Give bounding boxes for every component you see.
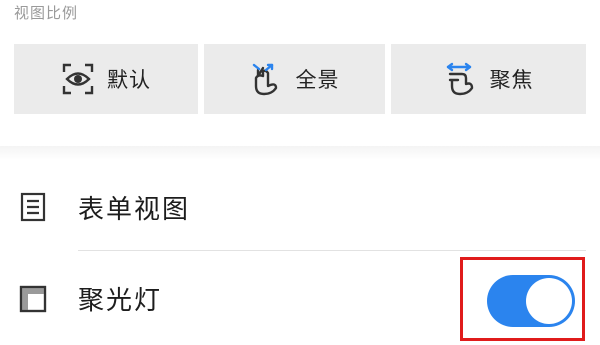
view-ratio-default-label: 默认 [107,68,151,92]
view-ratio-options: 默认 全景 聚焦 [14,44,586,114]
view-ratio-focus-label: 聚焦 [489,68,534,92]
item-divider [78,250,586,251]
spread-hand-icon [444,62,478,96]
view-ratio-label: 视图比例 [14,4,79,22]
view-ratio-focus-button[interactable]: 聚焦 [391,44,586,114]
section-divider [0,146,600,160]
form-view-item[interactable]: 表单视图 [0,177,600,237]
spotlight-grid-icon [18,284,48,314]
view-ratio-panorama-label: 全景 [295,68,340,92]
pinch-out-hand-icon [250,62,284,96]
form-view-label: 表单视图 [78,195,191,225]
view-ratio-default-button[interactable]: 默认 [14,44,198,114]
spotlight-label: 聚光灯 [78,286,163,316]
form-list-icon [18,192,48,222]
toggle-knob [526,278,572,324]
view-ratio-panorama-button[interactable]: 全景 [204,44,385,114]
eye-frame-icon [61,62,95,96]
spotlight-toggle[interactable] [487,275,575,327]
